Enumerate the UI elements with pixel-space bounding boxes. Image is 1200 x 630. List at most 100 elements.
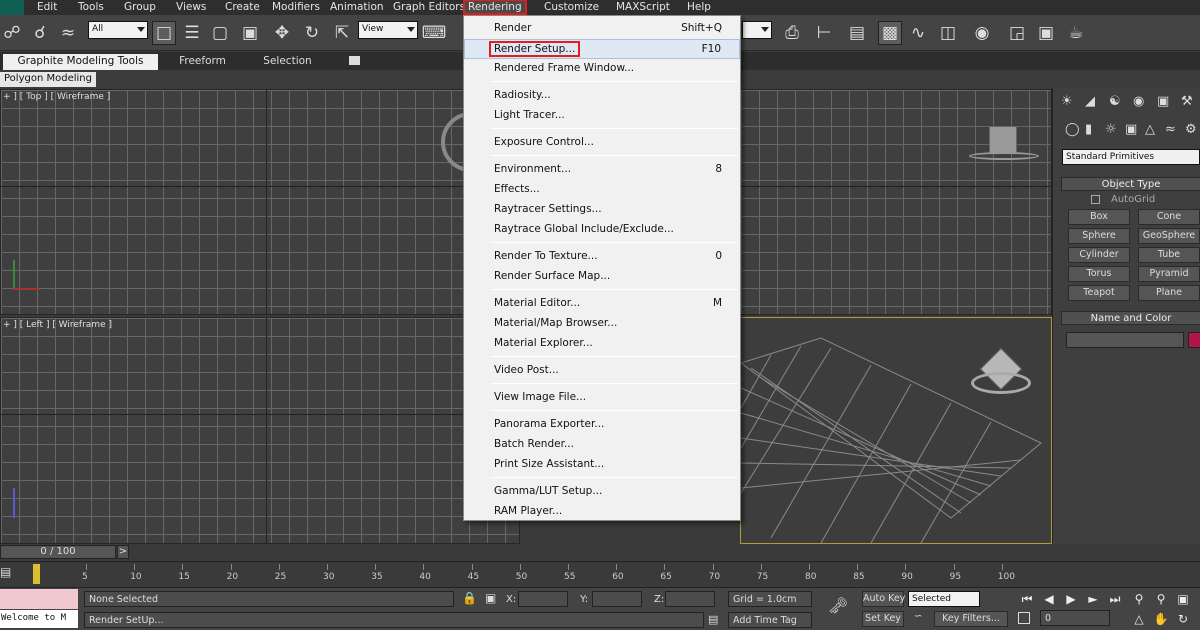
- helpers-icon[interactable]: △: [1145, 122, 1155, 137]
- reference-coord-dropdown[interactable]: View: [358, 21, 418, 39]
- menu-animation[interactable]: Animation: [330, 1, 384, 13]
- viewport-label[interactable]: + ] [ Left ] [ Wireframe ]: [3, 320, 112, 330]
- menu-item-batch-render[interactable]: Batch Render...: [464, 435, 740, 455]
- menu-item-render-setup[interactable]: Render Setup... F10: [464, 39, 740, 59]
- box-button[interactable]: Box: [1068, 209, 1130, 225]
- time-slider[interactable]: 0 / 100: [0, 545, 116, 559]
- menu-views[interactable]: Views: [176, 1, 206, 13]
- bind-to-space-warp-icon[interactable]: ≈: [56, 21, 80, 45]
- cameras-icon[interactable]: ▣: [1125, 122, 1137, 137]
- menu-item-gamma-lut-setup[interactable]: Gamma/LUT Setup...: [464, 482, 740, 502]
- app-logo-icon[interactable]: [0, 0, 24, 15]
- select-and-link-icon[interactable]: ☍: [0, 21, 24, 45]
- selection-filter-dropdown[interactable]: All: [88, 21, 148, 39]
- menu-create[interactable]: Create: [225, 1, 260, 13]
- create-tab-icon[interactable]: ☀: [1061, 94, 1073, 109]
- select-and-move-icon[interactable]: ✥: [270, 21, 294, 45]
- object-color-swatch[interactable]: [1188, 332, 1200, 348]
- viewport-front[interactable]: [740, 89, 1052, 315]
- menu-maxscript[interactable]: MAXScript: [616, 1, 670, 13]
- time-tag-icon[interactable]: ▤: [708, 613, 718, 626]
- menu-item-panorama-exporter[interactable]: Panorama Exporter...: [464, 415, 740, 435]
- display-tab-icon[interactable]: ▣: [1157, 94, 1169, 109]
- rectangular-selection-icon[interactable]: ▢: [208, 21, 232, 45]
- lock-selection-icon[interactable]: 🔒: [462, 591, 477, 605]
- menu-modifiers[interactable]: Modifiers: [272, 1, 320, 13]
- geosphere-button[interactable]: GeoSphere: [1138, 228, 1200, 244]
- viewport-perspective[interactable]: [740, 317, 1052, 544]
- tab-graphite-modeling-tools[interactable]: Graphite Modeling Tools: [3, 54, 158, 70]
- key-mode-dropdown[interactable]: Selected: [908, 591, 980, 607]
- menu-item-render-to-texture[interactable]: Render To Texture... 0: [464, 247, 740, 267]
- menu-item-raytrace-global-include-exclude[interactable]: Raytrace Global Include/Exclude...: [464, 220, 740, 240]
- menu-item-render[interactable]: Render Shift+Q: [464, 19, 740, 39]
- schematic-view-icon[interactable]: ◫: [936, 21, 960, 45]
- menu-group[interactable]: Group: [124, 1, 156, 13]
- menu-item-video-post[interactable]: Video Post...: [464, 361, 740, 381]
- pivot-center-icon[interactable]: ⌨: [422, 21, 447, 45]
- menu-item-ram-player[interactable]: RAM Player...: [464, 502, 740, 522]
- current-frame-input[interactable]: 0: [1040, 610, 1110, 626]
- polygon-modeling-panel[interactable]: Polygon Modeling: [0, 72, 96, 87]
- menu-tools[interactable]: Tools: [78, 1, 104, 13]
- menu-item-exposure-control[interactable]: Exposure Control...: [464, 133, 740, 153]
- named-selection-dropdown[interactable]: [742, 21, 772, 39]
- menu-customize[interactable]: Customize: [544, 1, 599, 13]
- menu-help[interactable]: Help: [687, 1, 711, 13]
- autogrid-checkbox[interactable]: [1091, 195, 1100, 204]
- render-production-icon[interactable]: ☕: [1064, 21, 1088, 45]
- menu-rendering[interactable]: Rendering: [463, 0, 527, 15]
- align-icon[interactable]: ⊢: [812, 21, 836, 45]
- key-filters-button[interactable]: Key Filters...: [934, 611, 1008, 627]
- teapot-button[interactable]: Teapot: [1068, 285, 1130, 301]
- goto-start-icon[interactable]: ⏮: [1018, 590, 1036, 608]
- field-of-view-icon[interactable]: △: [1130, 610, 1148, 628]
- menu-graph-editors[interactable]: Graph Editors: [393, 1, 465, 13]
- x-coordinate-input[interactable]: [518, 591, 568, 607]
- next-frame-button[interactable]: >: [117, 545, 129, 559]
- goto-end-icon[interactable]: ⏭: [1106, 590, 1124, 608]
- set-key-button[interactable]: Set Key: [862, 611, 904, 627]
- window-crossing-icon[interactable]: ▣: [238, 21, 262, 45]
- zoom-all-icon[interactable]: ⚲: [1152, 590, 1170, 608]
- curve-editor-icon[interactable]: ∿: [906, 21, 930, 45]
- object-name-input[interactable]: [1066, 332, 1184, 348]
- key-mode-toggle-icon[interactable]: [1018, 612, 1030, 624]
- space-warps-icon[interactable]: ≈: [1165, 122, 1176, 137]
- zoom-icon[interactable]: ⚲: [1130, 590, 1148, 608]
- default-tangent-icon[interactable]: ∽: [914, 611, 928, 627]
- viewport-top[interactable]: + ] [ Top ] [ Wireframe ]: [0, 89, 520, 315]
- pyramid-button[interactable]: Pyramid: [1138, 266, 1200, 282]
- modify-tab-icon[interactable]: ◢: [1085, 94, 1095, 109]
- menu-item-light-tracer[interactable]: Light Tracer...: [464, 106, 740, 126]
- select-and-rotate-icon[interactable]: ↻: [300, 21, 324, 45]
- motion-tab-icon[interactable]: ◉: [1133, 94, 1144, 109]
- menu-item-raytracer-settings[interactable]: Raytracer Settings...: [464, 200, 740, 220]
- graphite-toggle-icon[interactable]: ▩: [878, 21, 902, 45]
- name-and-color-rollout[interactable]: Name and Color: [1061, 311, 1200, 325]
- add-time-tag-button[interactable]: Add Time Tag: [728, 612, 812, 628]
- tube-button[interactable]: Tube: [1138, 247, 1200, 263]
- primitive-category-dropdown[interactable]: Standard Primitives: [1062, 149, 1200, 165]
- shapes-icon[interactable]: ▮: [1085, 122, 1092, 137]
- plane-button[interactable]: Plane: [1138, 285, 1200, 301]
- select-by-name-icon[interactable]: ☰: [180, 21, 204, 45]
- play-icon[interactable]: ▶: [1062, 590, 1080, 608]
- layer-manager-icon[interactable]: ▤: [845, 21, 869, 45]
- pan-view-icon[interactable]: ✋: [1152, 610, 1170, 628]
- orbit-icon[interactable]: ↻: [1174, 610, 1192, 628]
- unlink-selection-icon[interactable]: ☌: [28, 21, 52, 45]
- sphere-button[interactable]: Sphere: [1068, 228, 1130, 244]
- rendered-frame-window-icon[interactable]: ▣: [1034, 21, 1058, 45]
- tab-selection[interactable]: Selection: [255, 54, 320, 70]
- viewcube-icon[interactable]: [989, 126, 1017, 154]
- y-coordinate-input[interactable]: [592, 591, 642, 607]
- mirror-icon[interactable]: ⎙: [780, 21, 804, 45]
- key-icon[interactable]: 🗝: [828, 596, 848, 615]
- z-coordinate-input[interactable]: [665, 591, 715, 607]
- lights-icon[interactable]: ☼: [1105, 122, 1117, 137]
- hierarchy-tab-icon[interactable]: ☯: [1109, 94, 1121, 109]
- geometry-icon[interactable]: ◯: [1065, 122, 1080, 137]
- menu-item-material-editor[interactable]: Material Editor... M: [464, 294, 740, 314]
- menu-item-material-map-browser[interactable]: Material/Map Browser...: [464, 314, 740, 334]
